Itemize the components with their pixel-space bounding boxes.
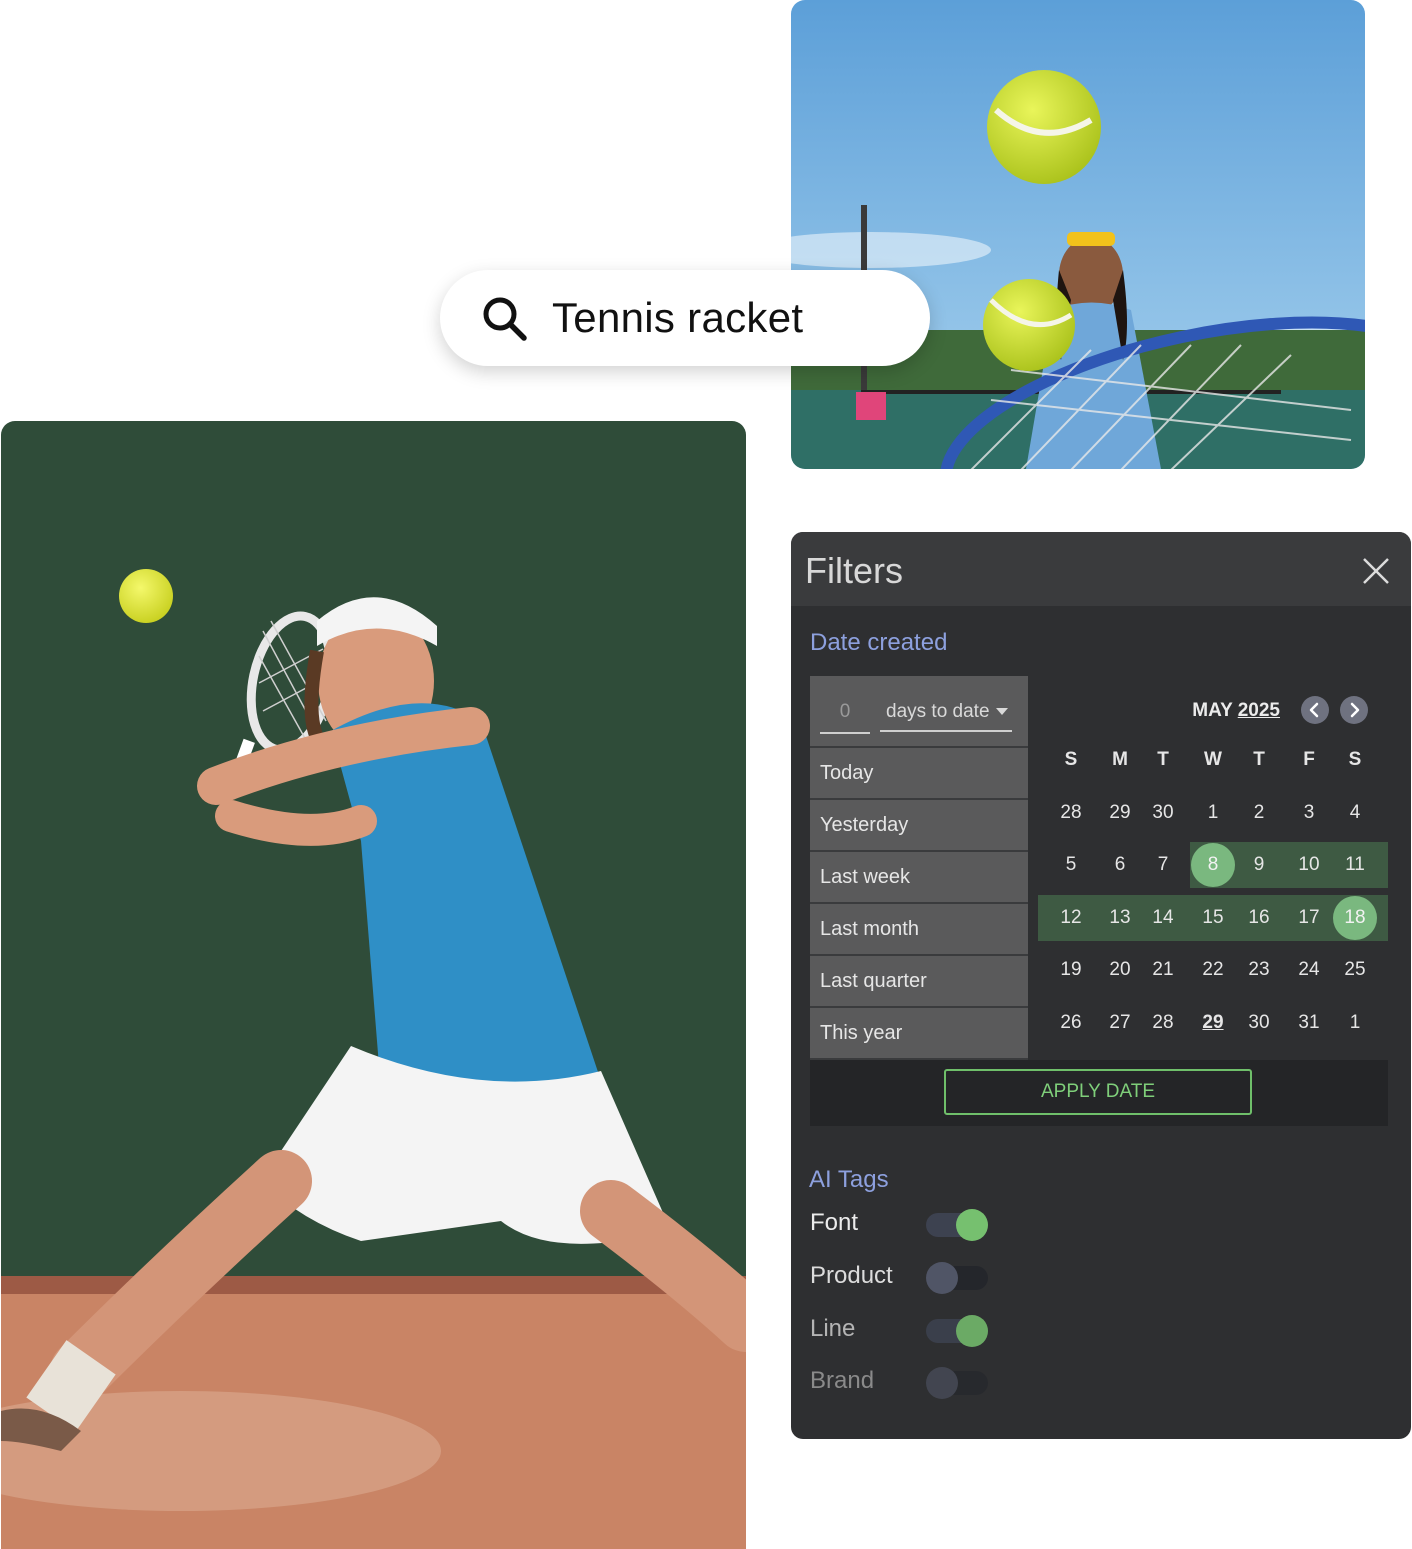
preset-today[interactable]: Today xyxy=(810,748,1028,800)
calendar-day[interactable]: 22 xyxy=(1190,944,1236,996)
preset-this-year[interactable]: This year xyxy=(810,1008,1028,1060)
calendar-day[interactable]: 1 xyxy=(1332,997,1378,1049)
calendar-day[interactable]: 27 xyxy=(1097,997,1143,1049)
calendar-day[interactable]: 16 xyxy=(1236,892,1282,944)
toggle-brand[interactable] xyxy=(926,1367,988,1399)
calendar-day[interactable]: 3 xyxy=(1286,787,1332,839)
weekday-label: W xyxy=(1204,749,1222,770)
calendar-next-button[interactable] xyxy=(1340,696,1368,724)
calendar-month-label: MAY 2025 xyxy=(1192,700,1280,722)
weekday-label: T xyxy=(1253,749,1265,770)
tag-label: Line xyxy=(810,1315,856,1342)
preset-last-month[interactable]: Last month xyxy=(810,904,1028,956)
range-unit-label: days to date xyxy=(886,701,990,722)
apply-date-button[interactable]: APPLY DATE xyxy=(944,1069,1252,1115)
calendar-day[interactable]: 15 xyxy=(1190,892,1236,944)
filters-header: Filters xyxy=(791,532,1411,606)
calendar-day[interactable]: 23 xyxy=(1236,944,1282,996)
calendar-day[interactable]: 10 xyxy=(1286,839,1332,891)
caret-down-icon xyxy=(996,708,1008,715)
range-number-input[interactable]: 0 xyxy=(820,698,870,734)
weekday-label: T xyxy=(1157,749,1169,770)
calendar-day[interactable]: 26 xyxy=(1048,997,1094,1049)
filters-panel: Filters Date created 0 days to date Toda… xyxy=(791,532,1411,1439)
calendar-day[interactable]: 30 xyxy=(1140,787,1186,839)
calendar-week: 12 13 14 15 16 17 18 xyxy=(1038,892,1388,945)
calendar-day[interactable]: 19 xyxy=(1048,944,1094,996)
calendar-day[interactable]: 28 xyxy=(1048,787,1094,839)
filters-title: Filters xyxy=(805,550,903,591)
calendar-day[interactable]: 14 xyxy=(1140,892,1186,944)
toggle-product[interactable] xyxy=(926,1262,988,1294)
calendar-day[interactable]: 9 xyxy=(1236,839,1282,891)
close-icon[interactable] xyxy=(1361,556,1391,586)
chevron-right-icon xyxy=(1350,702,1360,718)
calendar-week: 19 20 21 22 23 24 25 xyxy=(1048,944,1388,997)
tag-label: Product xyxy=(810,1262,893,1289)
tennis-ball-photo xyxy=(791,0,1365,469)
apply-bar: APPLY DATE xyxy=(810,1060,1388,1126)
weekday-label: F xyxy=(1303,749,1315,770)
weekday-header: SMTWTFS xyxy=(1048,734,1388,787)
calendar-grid: S M T W T F S 28 29 30 1 2 3 4 5 6 7 8 9 10 11 12 13 14 15 16 17 18… xyxy=(1038,734,1388,1050)
calendar-month: MAY xyxy=(1192,700,1233,721)
toggle-font[interactable] xyxy=(926,1209,988,1241)
tag-label: Brand xyxy=(810,1367,875,1394)
calendar-day[interactable]: 4 xyxy=(1332,787,1378,839)
calendar-day[interactable]: 31 xyxy=(1286,997,1332,1049)
calendar-day[interactable]: 24 xyxy=(1286,944,1332,996)
search-bar[interactable]: Tennis racket xyxy=(440,270,930,366)
calendar-day[interactable]: 29 xyxy=(1097,787,1143,839)
weekday-label: M xyxy=(1112,749,1128,770)
date-picker: 0 days to date Today Yesterday Last week… xyxy=(810,676,1388,1126)
calendar-day[interactable]: 7 xyxy=(1140,839,1186,891)
calendar-week: 28 29 30 1 2 3 4 xyxy=(1048,787,1388,840)
weekday-label: S xyxy=(1348,749,1362,770)
preset-yesterday[interactable]: Yesterday xyxy=(810,800,1028,852)
calendar-day[interactable]: 13 xyxy=(1097,892,1143,944)
calendar-prev-button[interactable] xyxy=(1301,696,1329,724)
calendar-day[interactable]: 18 xyxy=(1332,892,1378,944)
calendar-day[interactable]: 5 xyxy=(1048,839,1094,891)
calendar-day[interactable]: 28 xyxy=(1140,997,1186,1049)
preset-last-week[interactable]: Last week xyxy=(810,852,1028,904)
calendar-week: 5 6 7 8 9 10 11 xyxy=(1048,839,1388,892)
calendar-day[interactable]: 12 xyxy=(1048,892,1094,944)
calendar-day[interactable]: 2 xyxy=(1236,787,1282,839)
date-range-presets: 0 days to date Today Yesterday Last week… xyxy=(810,676,1028,1060)
calendar-day[interactable]: 29 xyxy=(1190,997,1236,1049)
calendar-day[interactable]: 6 xyxy=(1097,839,1143,891)
calendar-day[interactable]: 20 xyxy=(1097,944,1143,996)
weekday-label: S xyxy=(1064,749,1078,770)
search-query[interactable]: Tennis racket xyxy=(552,294,803,342)
ai-tags-title: AI Tags xyxy=(809,1166,889,1193)
preset-last-quarter[interactable]: Last quarter xyxy=(810,956,1028,1008)
calendar-day[interactable]: 30 xyxy=(1236,997,1282,1049)
search-icon xyxy=(480,294,528,342)
calendar: MAY 2025 S M T W T F S 28 29 30 1 2 3 4 5 6 7 8 9 10 11 12 13 1… xyxy=(1038,676,1388,1060)
calendar-day[interactable]: 11 xyxy=(1332,839,1378,891)
tennis-player-photo xyxy=(1,421,746,1549)
calendar-week: 26 27 28 29 30 31 1 xyxy=(1048,997,1388,1050)
toggle-line[interactable] xyxy=(926,1315,988,1347)
calendar-day[interactable]: 1 xyxy=(1190,787,1236,839)
tag-label: Font xyxy=(810,1209,859,1236)
calendar-year[interactable]: 2025 xyxy=(1238,700,1280,721)
chevron-left-icon xyxy=(1309,702,1319,718)
calendar-day[interactable]: 25 xyxy=(1332,944,1378,996)
calendar-day[interactable]: 21 xyxy=(1140,944,1186,996)
calendar-day[interactable]: 17 xyxy=(1286,892,1332,944)
relative-range: 0 days to date xyxy=(810,676,1028,748)
date-created-title: Date created xyxy=(810,629,948,656)
range-unit-select[interactable]: days to date xyxy=(880,698,1012,732)
calendar-day[interactable]: 8 xyxy=(1190,839,1236,891)
